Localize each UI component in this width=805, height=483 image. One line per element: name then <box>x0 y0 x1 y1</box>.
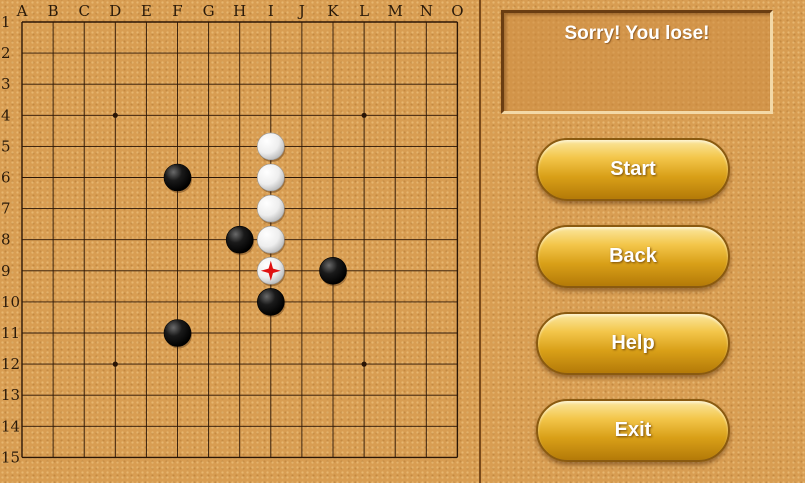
row-label: 12 <box>1 355 20 373</box>
column-label: N <box>420 2 433 20</box>
black-stone <box>225 225 254 254</box>
column-label: B <box>48 2 59 20</box>
star-point <box>361 361 367 367</box>
row-label: 7 <box>1 200 11 218</box>
row-label: 9 <box>1 262 11 280</box>
start-button[interactable]: Start <box>536 138 730 201</box>
row-label: 14 <box>1 417 20 435</box>
black-stone <box>319 256 347 285</box>
column-label: E <box>141 2 152 20</box>
black-stone <box>163 163 192 192</box>
side-panel: Sorry! You lose! Start Back Help Exit <box>479 0 805 483</box>
white-stone <box>256 163 285 192</box>
column-label: A <box>16 2 28 20</box>
column-label: O <box>451 2 463 20</box>
row-label: 3 <box>1 75 11 93</box>
row-label: 11 <box>1 324 20 342</box>
row-label: 5 <box>1 137 11 155</box>
white-stone <box>256 225 285 254</box>
status-message: Sorry! You lose! <box>564 23 710 44</box>
black-stone <box>256 288 285 316</box>
star-point <box>112 112 118 118</box>
star-point <box>112 361 118 367</box>
column-label: M <box>388 2 403 20</box>
back-button[interactable]: Back <box>536 225 730 288</box>
black-stone <box>163 319 192 347</box>
stones <box>163 132 348 349</box>
help-button[interactable]: Help <box>536 312 730 375</box>
column-label: K <box>327 2 339 20</box>
game-board-panel: A B C D E F G H I J K L M N O 1 2 3 4 5 6 7 8 9 10 11 12 13 14 15 <box>0 0 479 483</box>
column-label: D <box>109 2 121 20</box>
white-stone <box>256 132 285 161</box>
white-stone <box>256 194 285 223</box>
row-label: 15 <box>1 448 20 466</box>
column-label: L <box>359 2 369 20</box>
exit-button[interactable]: Exit <box>536 399 730 462</box>
row-label: 6 <box>1 169 11 187</box>
status-message-box: Sorry! You lose! <box>501 10 773 114</box>
star-point <box>361 112 367 118</box>
column-label: I <box>268 2 274 20</box>
row-label: 4 <box>1 106 11 124</box>
column-label: C <box>78 2 89 20</box>
game-board[interactable]: A B C D E F G H I J K L M N O123456789101112131415 <box>0 0 479 483</box>
column-label: H <box>233 2 246 20</box>
row-label: 13 <box>1 386 20 404</box>
row-label: 10 <box>1 293 20 311</box>
column-label: F <box>172 2 182 20</box>
row-label: 2 <box>1 44 11 62</box>
row-label: 1 <box>1 13 11 31</box>
column-label: J <box>297 2 305 20</box>
row-label: 8 <box>1 231 11 249</box>
column-label: G <box>203 2 215 20</box>
